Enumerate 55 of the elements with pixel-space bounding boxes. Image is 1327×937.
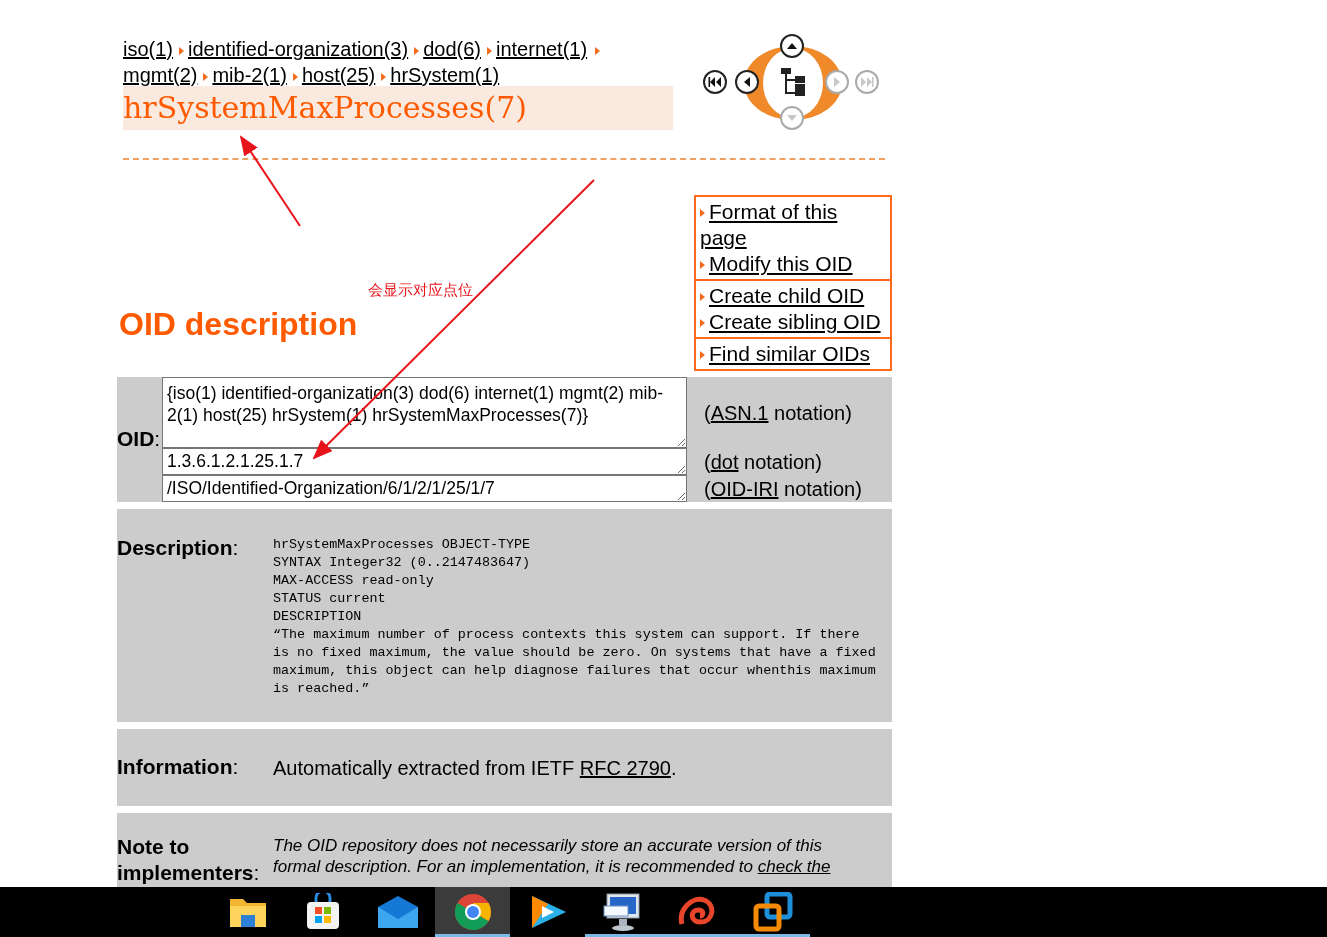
notation-text: (ASN.1 notation): [704, 400, 852, 426]
rfc-link[interactable]: RFC 2790: [579, 756, 671, 779]
bullet-icon: [700, 319, 705, 328]
first-button[interactable]: [703, 70, 727, 94]
oid-field[interactable]: 1.3.6.1.2.1.25.1.7: [162, 448, 687, 475]
browser-icon: [453, 893, 492, 931]
breadcrumb-link[interactable]: hrSystem(1): [390, 64, 500, 86]
windows-icon: [752, 892, 793, 932]
left-arrow-icon: [743, 76, 751, 88]
bullet-icon: [292, 72, 298, 81]
taskbar-app[interactable]: [435, 887, 510, 937]
field-label: OID:: [117, 426, 161, 450]
up-button[interactable]: [780, 34, 804, 58]
right-arrow-icon: [833, 76, 841, 88]
section-heading: OID description: [119, 305, 358, 344]
breadcrumb-link[interactable]: identified-organization(3): [188, 38, 409, 60]
bullet-icon: [700, 209, 705, 218]
breadcrumb-link[interactable]: host(25): [301, 64, 376, 86]
bullet-icon: [381, 72, 387, 81]
check-link[interactable]: check the: [757, 857, 831, 876]
field-label: Description:: [117, 536, 239, 559]
menu-link[interactable]: Modify this OID: [700, 251, 886, 277]
note-text: The OID repository does not necessarily store an accurate version of this formal description. For an implementation, it is recommended to check the: [273, 835, 832, 878]
breadcrumb-link[interactable]: mib-2(1): [212, 64, 287, 86]
field-label: Note to implementers:: [117, 835, 260, 884]
information-text: Automatically extracted from IETF RFC 2790.: [273, 755, 677, 781]
down-arrow-icon: [786, 114, 798, 122]
menu-link[interactable]: Create sibling OID: [700, 309, 886, 335]
description-text: hrSystemMaxProcesses OBJECT-TYPE SYNTAX Integer32 (0..2147483647) MAX-ACCESS read-only STATUS current DESCRIPTION “The maximum number of process contexts this system can support. If there is no fixed maximum, the value should be zero. On systems that have a fixed maximum, this object can help diagnose failures that occur whenthis maximum is reached.”: [273, 536, 876, 698]
menu-link[interactable]: Format of this page: [700, 199, 886, 251]
field-label: Information:: [117, 754, 239, 778]
breadcrumb-link[interactable]: dod(6): [423, 38, 481, 60]
notation-text: (OID-IRI notation): [704, 476, 862, 502]
previous-button[interactable]: [735, 70, 759, 94]
menu-link[interactable]: Find similar OIDs: [700, 341, 886, 367]
bullet-icon: [414, 46, 420, 55]
bullet-icon: [700, 293, 705, 302]
double-right-arrow-icon: [860, 76, 874, 88]
menu-link[interactable]: Create child OID: [700, 283, 886, 309]
breadcrumb-link[interactable]: iso(1): [123, 38, 173, 60]
double-left-arrow-icon: [708, 76, 722, 88]
bullet-icon: [700, 261, 705, 270]
annotation-text: 会显示对应点位: [368, 280, 473, 301]
bullet-icon: [595, 46, 601, 55]
bullet-icon: [203, 72, 209, 81]
page-title: hrSystemMaxProcesses(7): [123, 86, 673, 130]
bullet-icon: [486, 46, 492, 55]
up-arrow-icon: [786, 42, 798, 50]
oid-field[interactable]: /ISO/Identified-Organization/6/1/2/1/25/1/7: [162, 475, 687, 502]
bullet-icon: [700, 351, 705, 360]
notation-text: (dot notation): [704, 449, 822, 475]
breadcrumb-link[interactable]: internet(1): [495, 38, 588, 60]
bullet-icon: [179, 46, 184, 55]
mail-icon: [376, 895, 419, 929]
breadcrumb-link[interactable]: mgmt(2): [123, 64, 198, 86]
